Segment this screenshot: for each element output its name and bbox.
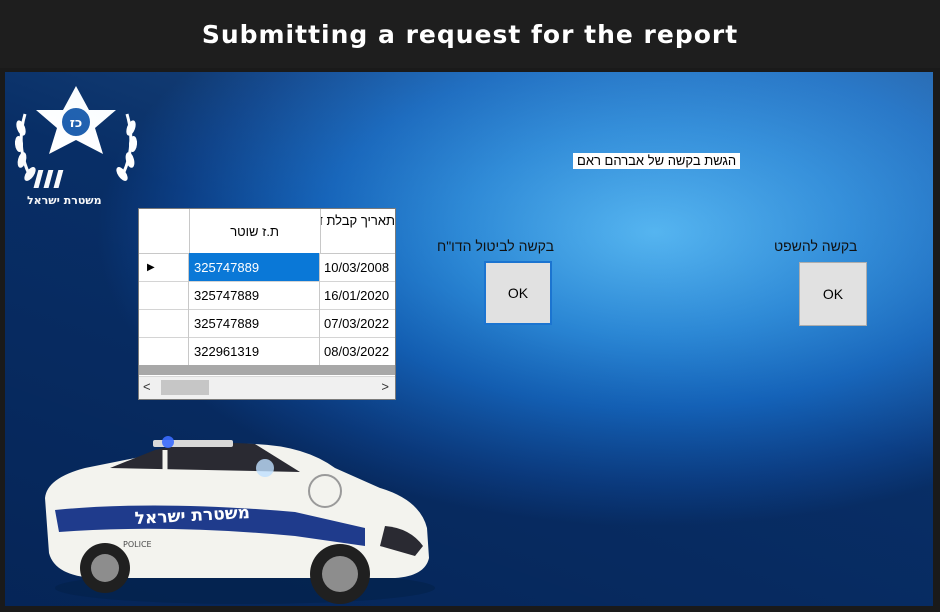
car-police-text: POLICE <box>123 540 152 549</box>
cell-officer-id[interactable]: 322961319 <box>189 337 320 365</box>
column-header-officer-id[interactable]: ת.ז שוטר <box>190 209 321 253</box>
cell-officer-id[interactable]: 325747889 <box>189 253 320 281</box>
police-car-image: משטרת ישראל POLICE <box>45 436 435 604</box>
caption-bar: Submitting a request for the report <box>0 0 940 68</box>
row-header-corner <box>139 209 190 253</box>
svg-text:כז: כז <box>70 116 83 131</box>
row-header[interactable] <box>139 281 189 309</box>
court-request-ok-button[interactable]: OK <box>799 262 867 326</box>
cell-report-date[interactable]: 07/03/2022 <box>320 309 395 337</box>
table-row[interactable]: ▶ 325747889 10/03/2008 <box>139 253 395 282</box>
logo-caption: משטרת ישראל <box>27 194 102 207</box>
table-row[interactable]: 322961319 08/03/2022 <box>139 337 395 366</box>
cell-report-date[interactable]: 16/01/2020 <box>320 281 395 309</box>
grid-header: ת.ז שוטר תאריך קבלת דוח <box>139 209 395 254</box>
row-header[interactable] <box>139 309 189 337</box>
request-title-label: הגשת בקשה של אברהם ראם <box>573 153 741 169</box>
scroll-left-icon[interactable]: < <box>143 379 151 394</box>
cell-officer-id[interactable]: 325747889 <box>189 309 320 337</box>
caption-title: Submitting a request for the report <box>201 19 739 49</box>
cell-report-date[interactable]: 10/03/2008 <box>320 253 395 281</box>
app-form: כז משטרת ישראל הגשת בקשה של אברהם ראם ת.… <box>5 72 933 606</box>
police-star-emblem-icon: כז <box>14 86 138 188</box>
scroll-right-icon[interactable]: > <box>381 379 389 394</box>
cancel-report-label: בקשה לביטול הדו"ח <box>437 238 555 254</box>
horizontal-scrollbar[interactable]: < > <box>139 376 395 399</box>
cell-report-date[interactable]: 08/03/2022 <box>320 337 395 365</box>
cell-officer-id[interactable]: 325747889 <box>189 281 320 309</box>
reports-grid[interactable]: ת.ז שוטר תאריך קבלת דוח ▶ 325747889 10/0… <box>138 208 396 400</box>
row-header[interactable] <box>139 337 189 365</box>
court-request-label: בקשה להשפט <box>774 238 858 254</box>
column-header-report-date[interactable]: תאריך קבלת דוח <box>321 209 395 253</box>
table-row[interactable]: 325747889 16/01/2020 <box>139 281 395 310</box>
table-row[interactable]: 325747889 07/03/2022 <box>139 309 395 338</box>
scrollbar-thumb[interactable] <box>161 380 209 395</box>
cancel-report-ok-button[interactable]: OK <box>484 261 552 325</box>
row-indicator-icon: ▶ <box>139 253 189 281</box>
window-frame: Submitting a request for the report כז מ… <box>0 0 940 612</box>
grid-empty-area <box>139 365 395 375</box>
